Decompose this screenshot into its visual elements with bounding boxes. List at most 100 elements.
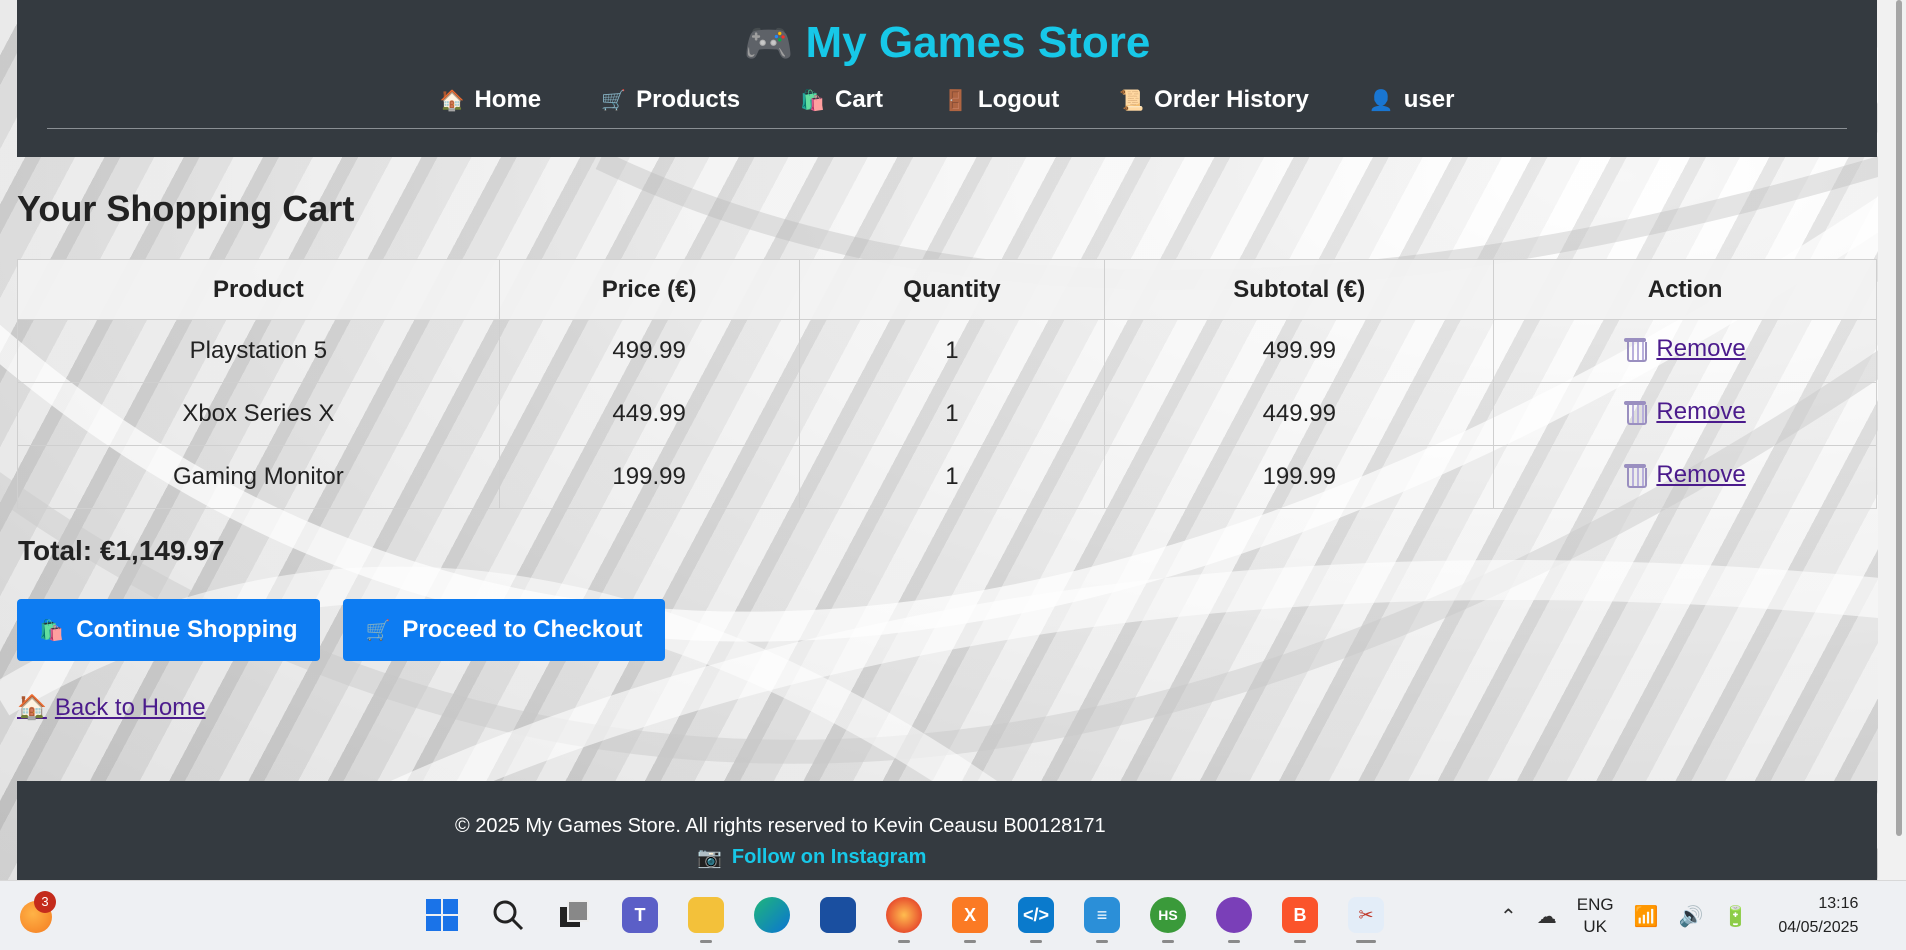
product-cell: Xbox Series X [17, 382, 500, 446]
nav-products[interactable]: 🛒 Products [601, 86, 740, 114]
main-nav: 🏠 Home 🛒 Products 🛍️ Cart 🚪 Logout 📜 Order Hi… [17, 86, 1877, 114]
nav-label: Home [474, 86, 542, 113]
remove-link[interactable]: Remove [1624, 461, 1746, 489]
house-icon: 🏠 [439, 89, 465, 112]
price-cell: 449.99 [498, 382, 800, 446]
camera-icon: 📷 [697, 847, 722, 869]
column-header: Subtotal (€) [1104, 259, 1495, 320]
language-code: ENG [1576, 895, 1614, 914]
nav-user[interactable]: 👤 user [1369, 86, 1455, 114]
column-header: Action [1493, 259, 1877, 320]
house-icon: 🏠 [17, 694, 47, 721]
price-cell: 499.99 [498, 319, 800, 383]
nav-label: Products [636, 86, 741, 113]
battery-icon[interactable]: 🔋 [1723, 904, 1748, 929]
action-cell: Remove [1493, 382, 1877, 446]
wifi-icon[interactable]: 📶 [1634, 904, 1659, 929]
header-divider [47, 128, 1847, 129]
cart-total: Total: €1,149.97 [18, 535, 225, 566]
file-explorer-icon[interactable] [684, 891, 728, 943]
user-icon: 👤 [1368, 89, 1394, 112]
nav-logout[interactable]: 🚪 Logout [943, 86, 1059, 114]
instagram-label: Follow on Instagram [731, 846, 927, 868]
table-row: Gaming Monitor 199.99 1 199.99 Remove [17, 445, 1877, 509]
vscode-icon[interactable]: </> [1014, 891, 1058, 943]
action-cell: Remove [1493, 319, 1877, 383]
start-icon[interactable] [420, 891, 464, 939]
teams-icon[interactable]: T [618, 891, 662, 939]
nav-label: user [1403, 86, 1455, 113]
site-footer: © 2025 My Games Store. All rights reserv… [17, 781, 1877, 880]
chevron-up-icon[interactable]: ⌃ [1500, 904, 1517, 929]
clock-date: 04/05/2025 [1778, 919, 1859, 936]
product-cell: Playstation 5 [17, 319, 500, 383]
game-controller-icon: 🎮 [743, 22, 794, 66]
table-row: Xbox Series X 449.99 1 449.99 Remove [17, 382, 1877, 446]
cart-table: Product Price (€) Quantity Subtotal (€) … [17, 259, 1877, 509]
instagram-link[interactable]: 📷 Follow on Instagram [697, 845, 926, 870]
search-icon[interactable] [486, 891, 530, 939]
site-header: 🎮 My Games Store 🏠 Home 🛒 Products 🛍️ Cart 🚪… [17, 0, 1877, 157]
quantity-cell: 1 [798, 445, 1106, 509]
nav-label: Logout [977, 86, 1060, 113]
footer-copyright: © 2025 My Games Store. All rights reserv… [455, 815, 1106, 837]
clock[interactable]: 13:16 04/05/2025 [1778, 892, 1858, 940]
windows-taskbar: 3 T X </> ≡ HS B ✂ ⌃ ☁ ENG UK 📶 🔊 🔋 13:1… [0, 880, 1906, 950]
continue-shopping-button[interactable]: 🛍️ Continue Shopping [17, 599, 320, 661]
task-view-icon[interactable] [552, 891, 596, 939]
shopping-cart-icon: 🛒 [601, 89, 627, 112]
hs-app-label: HS [1150, 897, 1186, 933]
notepad-icon[interactable]: ≡ [1080, 891, 1124, 943]
back-to-home-link[interactable]: 🏠 Back to Home [17, 693, 206, 722]
clock-time: 13:16 [1818, 895, 1859, 912]
github-icon[interactable] [1212, 891, 1256, 943]
quantity-cell: 1 [798, 382, 1106, 446]
continue-shopping-label: Continue Shopping [76, 616, 298, 643]
language-indicator[interactable]: ENG UK [1577, 894, 1614, 938]
remove-label: Remove [1656, 397, 1746, 425]
hs-app-icon[interactable]: HS [1146, 891, 1190, 943]
edge-icon[interactable] [750, 891, 794, 939]
trash-icon [1624, 400, 1648, 425]
price-cell: 199.99 [498, 445, 800, 509]
site-title-text: My Games Store [805, 18, 1151, 67]
shopping-cart-icon: 🛒 [365, 619, 391, 642]
proceed-to-checkout-button[interactable]: 🛒 Proceed to Checkout [343, 599, 665, 661]
trash-icon [1624, 337, 1648, 362]
nav-order-history[interactable]: 📜 Order History [1119, 86, 1309, 114]
nav-home[interactable]: 🏠 Home [440, 86, 542, 114]
taskbar-apps: T X </> ≡ HS B ✂ [420, 891, 1388, 943]
table-header-row: Product Price (€) Quantity Subtotal (€) … [17, 259, 1877, 320]
quantity-cell: 1 [798, 319, 1106, 383]
page-scrollbar[interactable] [1878, 0, 1906, 880]
site-title: 🎮 My Games Store [17, 18, 1877, 68]
language-region: UK [1583, 917, 1607, 936]
remove-link[interactable]: Remove [1624, 334, 1746, 363]
cloud-offline-icon[interactable]: ☁ [1537, 904, 1557, 929]
system-tray: ⌃ ☁ ENG UK 📶 🔊 🔋 13:16 04/05/2025 [1500, 881, 1858, 950]
door-icon: 🚪 [943, 89, 968, 112]
volume-icon[interactable]: 🔊 [1679, 904, 1704, 929]
subtotal-cell: 449.99 [1104, 382, 1495, 446]
xampp-icon[interactable]: X [948, 891, 992, 943]
notification-badge: 3 [34, 891, 56, 913]
column-header: Product [17, 259, 500, 320]
table-row: Playstation 5 499.99 1 499.99 Remove [17, 319, 1877, 383]
page-title: Your Shopping Cart [17, 188, 355, 229]
nav-cart[interactable]: 🛍️ Cart [800, 86, 883, 114]
checkout-label: Proceed to Checkout [402, 616, 643, 643]
remove-link[interactable]: Remove [1624, 397, 1746, 426]
nav-label: Cart [834, 86, 883, 113]
subtotal-cell: 199.99 [1104, 445, 1495, 509]
scroll-icon: 📜 [1119, 89, 1145, 112]
firefox-icon[interactable] [882, 891, 926, 943]
subtotal-cell: 499.99 [1104, 319, 1495, 383]
trash-icon [1624, 463, 1648, 488]
column-header: Price (€) [498, 259, 800, 320]
store-icon[interactable] [816, 891, 860, 939]
nav-label: Order History [1154, 86, 1309, 113]
remove-label: Remove [1656, 334, 1746, 362]
brave-icon[interactable]: B [1278, 891, 1322, 943]
scrollbar-thumb[interactable] [1896, 0, 1902, 836]
snipping-tool-icon[interactable]: ✂ [1344, 891, 1388, 943]
